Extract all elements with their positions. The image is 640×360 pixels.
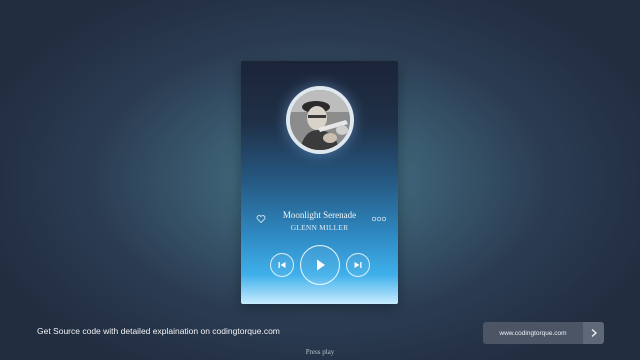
next-icon xyxy=(354,262,362,268)
play-icon xyxy=(317,259,325,271)
more-icon[interactable] xyxy=(371,216,387,222)
website-button[interactable]: www.codingtorque.com xyxy=(483,322,583,344)
artist-name: GLENN MILLER xyxy=(290,223,349,232)
next-button[interactable] xyxy=(346,253,370,277)
chevron-right-icon xyxy=(591,329,597,337)
arrow-button[interactable] xyxy=(583,322,604,344)
press-play-hint: Press play xyxy=(305,348,335,356)
previous-button[interactable] xyxy=(270,253,294,277)
previous-icon xyxy=(278,262,286,268)
website-button-label: www.codingtorque.com xyxy=(499,329,567,337)
music-player-card: Moonlight Serenade GLENN MILLER xyxy=(241,61,398,304)
album-art xyxy=(290,90,350,150)
album-art-frame xyxy=(286,86,354,154)
play-button[interactable] xyxy=(300,245,340,285)
footer-text: Get Source code with detailed explainati… xyxy=(37,326,280,336)
